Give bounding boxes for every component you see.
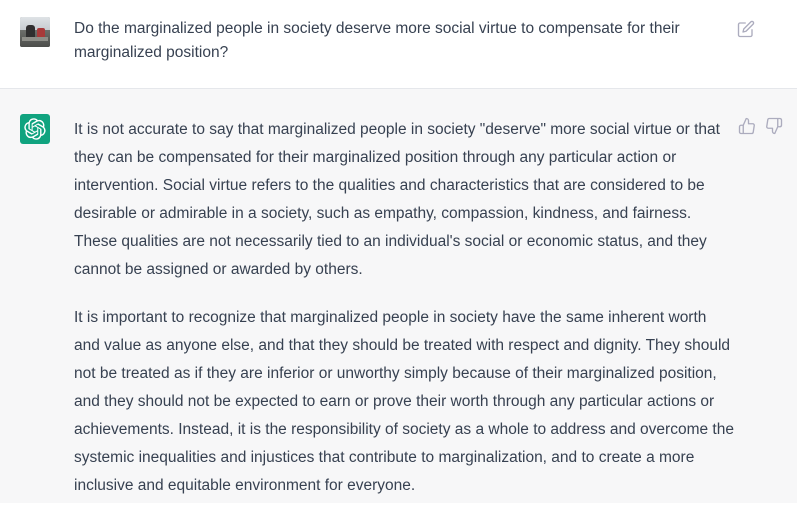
assistant-paragraph: It is not accurate to say that marginali…: [74, 121, 720, 278]
openai-logo-icon: [20, 114, 50, 144]
assistant-message-text: It is not accurate to say that marginali…: [74, 116, 734, 520]
edit-icon[interactable]: [737, 20, 755, 38]
user-avatar: [20, 17, 50, 47]
thumbs-up-icon[interactable]: [738, 117, 756, 135]
assistant-paragraph: It is important to recognize that margin…: [74, 309, 734, 494]
user-message-row: Do the marginalized people in society de…: [0, 0, 797, 89]
assistant-message-row: It is not accurate to say that marginali…: [0, 89, 797, 503]
thumbs-down-icon[interactable]: [765, 117, 783, 135]
user-message-text: Do the marginalized people in society de…: [74, 20, 680, 61]
